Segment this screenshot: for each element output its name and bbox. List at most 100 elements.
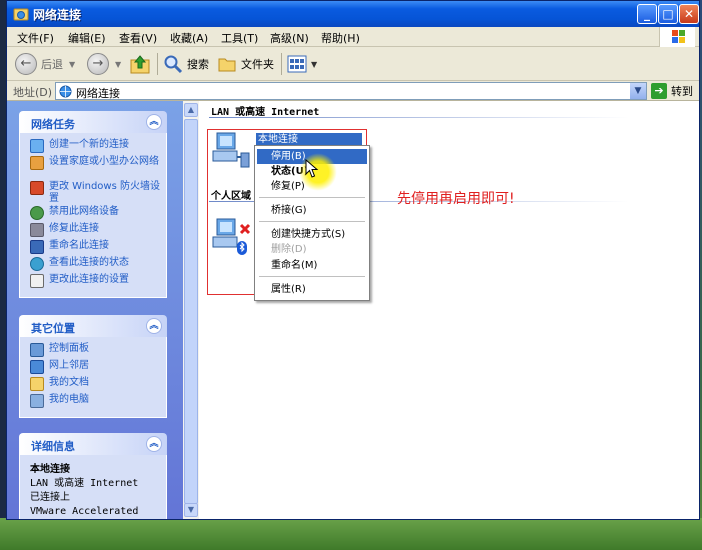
network-folder-icon (13, 8, 29, 21)
address-bar: 地址(D) 网络连接 ▼ ➔ 转到 (7, 81, 699, 101)
title-bar[interactable]: 网络连接 _ □ ✕ (7, 1, 699, 27)
menu-view[interactable]: 查看(V) (119, 30, 157, 46)
menu-properties[interactable]: 属性(R) (257, 282, 367, 297)
folders-button[interactable]: 文件夹 (217, 52, 274, 76)
address-input[interactable]: 网络连接 ▼ (55, 82, 647, 100)
my-documents-icon (30, 377, 44, 391)
minimize-button[interactable]: _ (637, 4, 657, 24)
menu-create-shortcut[interactable]: 创建快捷方式(S) (257, 227, 367, 242)
other-places-header[interactable]: 其它位置 ︽ (19, 315, 167, 337)
windows-logo-icon (659, 27, 695, 47)
up-button[interactable] (129, 52, 151, 76)
collapse-chevron-icon[interactable]: ︽ (146, 436, 162, 452)
menu-separator (259, 221, 365, 222)
forward-arrow-icon: → (87, 53, 109, 75)
task-label: 更改此连接的设置 (49, 274, 129, 285)
toolbar: ← 后退 ▼ → ▼ 搜索 文件夹 ▼ (7, 47, 699, 81)
scroll-up-arrow-icon[interactable]: ▲ (184, 103, 198, 117)
menu-help[interactable]: 帮助(H) (321, 30, 360, 46)
network-tasks-title: 网络任务 (31, 118, 75, 131)
new-connection-icon (30, 139, 44, 153)
back-label: 后退 (41, 58, 63, 71)
task-repair-connection[interactable]: 修复此连接 (30, 223, 162, 240)
task-label: 重命名此连接 (49, 240, 109, 251)
menu-advanced[interactable]: 高级(N) (270, 30, 309, 46)
repair-wrench-icon (30, 223, 44, 237)
address-label: 地址(D) (13, 86, 53, 99)
task-create-connection[interactable]: 创建一个新的连接 (30, 139, 162, 156)
menu-separator (259, 276, 365, 277)
scroll-down-arrow-icon[interactable]: ▼ (184, 503, 198, 517)
network-tasks-header[interactable]: 网络任务 ︽ (19, 111, 167, 133)
maximize-button[interactable]: □ (658, 4, 678, 24)
network-places-icon (30, 360, 44, 374)
go-arrow-icon: ➔ (651, 83, 667, 99)
collapse-chevron-icon[interactable]: ︽ (146, 318, 162, 334)
place-my-computer[interactable]: 我的电脑 (30, 394, 162, 411)
details-panel: 详细信息 ︽ 本地连接 LAN 或高速 Internet 已连接上 VMware… (19, 433, 167, 519)
menu-bar: 文件(F) 编辑(E) 查看(V) 收藏(A) 工具(T) 高级(N) 帮助(H… (7, 27, 699, 47)
task-pane-scrollbar[interactable]: ▲ ▼ (183, 101, 199, 519)
rename-icon (30, 240, 44, 254)
search-icon (164, 55, 183, 74)
other-places-panel: 其它位置 ︽ 控制面板 网上邻居 我的文档 我的电脑 (19, 315, 167, 418)
place-my-documents[interactable]: 我的文档 (30, 377, 162, 394)
detail-type: LAN 或高速 Internet (30, 478, 139, 489)
task-disable-device[interactable]: 禁用此网络设备 (30, 206, 162, 223)
menu-file[interactable]: 文件(F) (17, 30, 54, 46)
back-button[interactable]: ← 后退 ▼ (15, 52, 75, 76)
folder-up-icon (130, 55, 150, 74)
details-title: 详细信息 (31, 440, 75, 453)
views-dropdown-icon: ▼ (311, 59, 318, 69)
collapse-chevron-icon[interactable]: ︽ (146, 114, 162, 130)
other-places-title: 其它位置 (31, 322, 75, 335)
go-button[interactable]: ➔ 转到 (651, 82, 693, 100)
back-dropdown-icon: ▼ (69, 59, 76, 69)
task-label: 更改 Windows 防火墙设置 (49, 181, 160, 204)
forward-button[interactable]: → ▼ (87, 52, 121, 76)
task-label: 创建一个新的连接 (49, 139, 129, 150)
address-value: 网络连接 (76, 87, 120, 100)
address-dropdown-button[interactable]: ▼ (630, 83, 646, 99)
task-view-status[interactable]: 查看此连接的状态 (30, 257, 162, 274)
menu-tools[interactable]: 工具(T) (221, 30, 258, 46)
menu-delete: 删除(D) (271, 244, 307, 255)
folders-label: 文件夹 (241, 58, 274, 71)
views-button[interactable]: ▼ (287, 52, 317, 76)
network-tasks-list: 创建一个新的连接 设置家庭或小型办公网络 更改 Windows 防火墙设置 禁用… (19, 133, 167, 298)
search-button[interactable]: 搜索 (163, 52, 209, 76)
task-label: 禁用此网络设备 (49, 206, 119, 217)
firewall-icon (30, 181, 44, 195)
menu-separator (259, 197, 365, 198)
menu-favorites[interactable]: 收藏(A) (170, 30, 208, 46)
menu-bridge[interactable]: 桥接(G) (257, 203, 367, 218)
task-change-firewall[interactable]: 更改 Windows 防火墙设置 (30, 181, 162, 206)
toolbar-separator (157, 53, 158, 75)
control-panel-icon (30, 343, 44, 357)
group-divider (209, 117, 629, 118)
views-grid-icon (287, 55, 307, 73)
task-setup-home-network[interactable]: 设置家庭或小型办公网络 (30, 156, 162, 181)
place-network-neighborhood[interactable]: 网上邻居 (30, 360, 162, 377)
details-header[interactable]: 详细信息 ︽ (19, 433, 167, 455)
place-label: 我的电脑 (49, 394, 89, 405)
task-change-settings[interactable]: 更改此连接的设置 (30, 274, 162, 291)
settings-page-icon (30, 274, 44, 288)
place-label: 控制面板 (49, 343, 89, 354)
toolbar-separator (281, 53, 282, 75)
desktop-background (0, 518, 702, 550)
details-body: 本地连接 LAN 或高速 Internet 已连接上 VMware Accele… (19, 455, 167, 519)
task-rename-connection[interactable]: 重命名此连接 (30, 240, 162, 257)
scroll-thumb[interactable] (184, 119, 198, 504)
forward-dropdown-icon: ▼ (115, 59, 122, 69)
close-button[interactable]: ✕ (679, 4, 699, 24)
detail-status: 已连接上 (30, 492, 70, 503)
place-control-panel[interactable]: 控制面板 (30, 343, 162, 360)
network-tasks-panel: 网络任务 ︽ 创建一个新的连接 设置家庭或小型办公网络 更改 Windows 防… (19, 111, 167, 298)
my-computer-icon (30, 394, 44, 408)
detail-adapter: VMware Accelerated AMD (30, 506, 139, 517)
menu-edit[interactable]: 编辑(E) (68, 30, 106, 46)
place-label: 我的文档 (49, 377, 89, 388)
menu-rename[interactable]: 重命名(M) (257, 258, 367, 273)
instruction-annotation: 先停用再启用即可! (397, 191, 515, 207)
